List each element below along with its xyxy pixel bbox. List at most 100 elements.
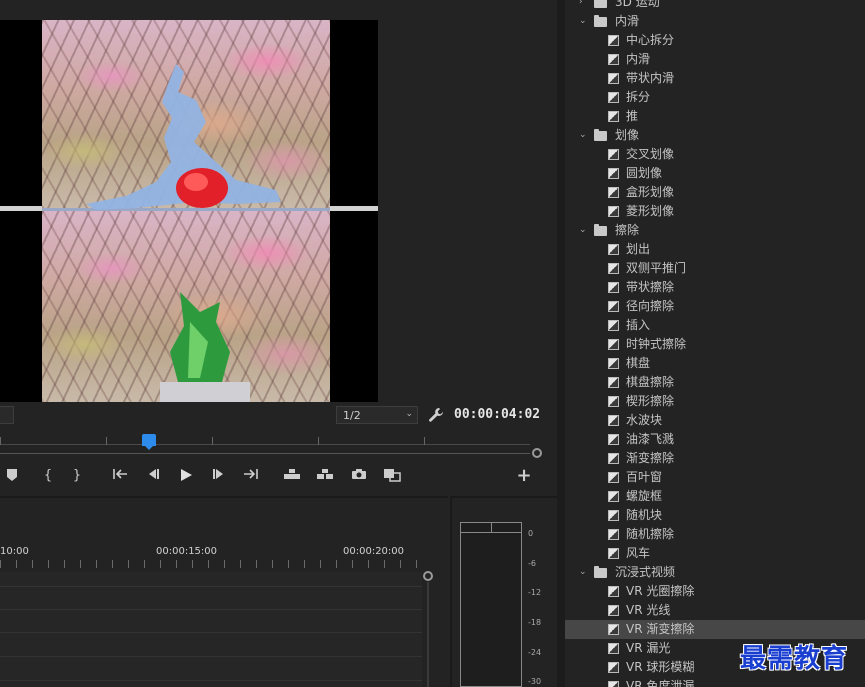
wrench-icon[interactable]	[428, 407, 444, 423]
transition-effect-icon	[608, 586, 619, 597]
effect-item-label: 盒形划像	[626, 185, 675, 199]
go-to-out-icon	[244, 469, 258, 479]
effect-item[interactable]: 百叶窗	[565, 468, 865, 487]
transition-effect-icon	[608, 643, 619, 654]
effect-item[interactable]: 推	[565, 107, 865, 126]
go-to-in-icon	[113, 469, 127, 479]
effect-item[interactable]: 风车	[565, 544, 865, 563]
chevron-down-icon[interactable]: ⌄	[579, 563, 587, 582]
effect-item[interactable]: 内滑	[565, 50, 865, 69]
effect-category-label: 划像	[615, 128, 640, 142]
effect-category[interactable]: ⌄ 擦除	[565, 221, 865, 240]
effect-item[interactable]: 插入	[565, 316, 865, 335]
effect-item[interactable]: 渐变擦除	[565, 449, 865, 468]
effect-item[interactable]: 圆划像	[565, 164, 865, 183]
go-to-in-button[interactable]	[110, 466, 130, 486]
effect-item[interactable]: 棋盘擦除	[565, 373, 865, 392]
playhead-marker[interactable]	[142, 434, 156, 450]
transition-effect-icon	[608, 662, 619, 673]
chevron-down-icon[interactable]: ⌄	[579, 221, 587, 240]
effect-item[interactable]: 拆分	[565, 88, 865, 107]
mark-in-button[interactable]: {	[38, 466, 58, 486]
mark-out-button[interactable]: }	[67, 466, 87, 486]
effect-item[interactable]: VR 光线	[565, 601, 865, 620]
step-back-button[interactable]	[143, 466, 163, 486]
lift-button[interactable]	[282, 466, 302, 486]
transition-effect-icon	[608, 168, 619, 179]
folder-icon	[594, 566, 607, 578]
effect-item-label: 圆划像	[626, 166, 663, 180]
db-label: -18	[528, 618, 542, 627]
panel-divider[interactable]	[557, 0, 565, 687]
playhead-timecode[interactable]: 00:00:04:02	[454, 407, 540, 422]
chevron-down-icon[interactable]: ⌄	[579, 12, 587, 31]
effect-item[interactable]: 中心拆分	[565, 31, 865, 50]
effect-item[interactable]: 螺旋框	[565, 487, 865, 506]
effect-item-label: 带状内滑	[626, 71, 675, 85]
go-to-out-button[interactable]	[241, 466, 261, 486]
timeline-scroll-handle[interactable]	[423, 571, 433, 581]
timeline-scrollbar[interactable]	[427, 582, 429, 687]
effect-item[interactable]: 随机擦除	[565, 525, 865, 544]
timeline-timecode-label: 00:00:20:00	[343, 546, 405, 557]
transition-effect-icon	[608, 301, 619, 312]
transition-effect-icon	[608, 681, 619, 687]
timeline-ruler[interactable]	[0, 560, 422, 568]
effect-category[interactable]: › 3D 运动	[565, 0, 865, 12]
transition-effect-icon	[608, 73, 619, 84]
add-marker-button[interactable]	[2, 466, 22, 486]
effect-item-label: 径向擦除	[626, 299, 675, 313]
video-preview[interactable]	[0, 20, 378, 402]
effect-item[interactable]: 随机块	[565, 506, 865, 525]
mark-out-icon: }	[72, 468, 82, 483]
timeline-tracks[interactable]	[0, 572, 422, 687]
time-ruler[interactable]	[0, 444, 530, 445]
effect-item[interactable]: 楔形擦除	[565, 392, 865, 411]
effect-item[interactable]: VR 渐变擦除	[565, 620, 865, 639]
effect-item[interactable]: 盒形划像	[565, 183, 865, 202]
play-button[interactable]	[176, 466, 196, 486]
effect-item[interactable]: 带状内滑	[565, 69, 865, 88]
zoom-scroll-handle[interactable]	[532, 448, 542, 458]
effect-item[interactable]: 时钟式擦除	[565, 335, 865, 354]
effect-item[interactable]: 棋盘	[565, 354, 865, 373]
effect-item-label: 双侧平推门	[626, 261, 687, 275]
audio-meter-peak-indicators[interactable]	[460, 522, 522, 533]
transition-effect-icon	[608, 377, 619, 388]
chevron-right-icon[interactable]: ›	[579, 0, 583, 12]
effect-item[interactable]: 水波块	[565, 411, 865, 430]
effect-item[interactable]: VR 色度泄漏	[565, 677, 865, 687]
extract-button[interactable]	[315, 466, 335, 486]
playback-resolution-select[interactable]: 1/2 ⌄	[336, 406, 418, 424]
audio-meter	[460, 522, 522, 687]
step-forward-icon	[213, 469, 223, 479]
effect-category[interactable]: ⌄ 内滑	[565, 12, 865, 31]
effect-item[interactable]: 径向擦除	[565, 297, 865, 316]
effect-item[interactable]: 带状擦除	[565, 278, 865, 297]
effect-item[interactable]: 菱形划像	[565, 202, 865, 221]
transition-effect-icon	[608, 282, 619, 293]
effect-item[interactable]: 划出	[565, 240, 865, 259]
transition-effect-icon	[608, 491, 619, 502]
effect-category[interactable]: ⌄ 划像	[565, 126, 865, 145]
comparison-view-button[interactable]	[382, 466, 402, 486]
transition-shape-blue	[86, 64, 281, 210]
effect-item-label: 棋盘擦除	[626, 375, 675, 389]
effect-item[interactable]: 油漆飞溅	[565, 430, 865, 449]
zoom-scroll-bar[interactable]	[0, 453, 530, 454]
effect-item[interactable]: VR 光圈擦除	[565, 582, 865, 601]
effect-item[interactable]: 交叉划像	[565, 145, 865, 164]
chevron-down-icon[interactable]: ⌄	[579, 126, 587, 145]
button-editor-button[interactable]: +	[514, 466, 534, 486]
effect-item-label: 带状擦除	[626, 280, 675, 294]
transition-effect-icon	[608, 453, 619, 464]
transition-effect-icon	[608, 35, 619, 46]
effect-category[interactable]: ⌄ 沉浸式视频	[565, 563, 865, 582]
zoom-level-select[interactable]	[0, 406, 14, 424]
db-label: 0	[528, 529, 534, 538]
export-frame-button[interactable]	[349, 466, 369, 486]
transition-effect-icon	[608, 415, 619, 426]
effect-item[interactable]: 双侧平推门	[565, 259, 865, 278]
effect-category-label: 沉浸式视频	[615, 565, 676, 579]
step-forward-button[interactable]	[209, 466, 229, 486]
